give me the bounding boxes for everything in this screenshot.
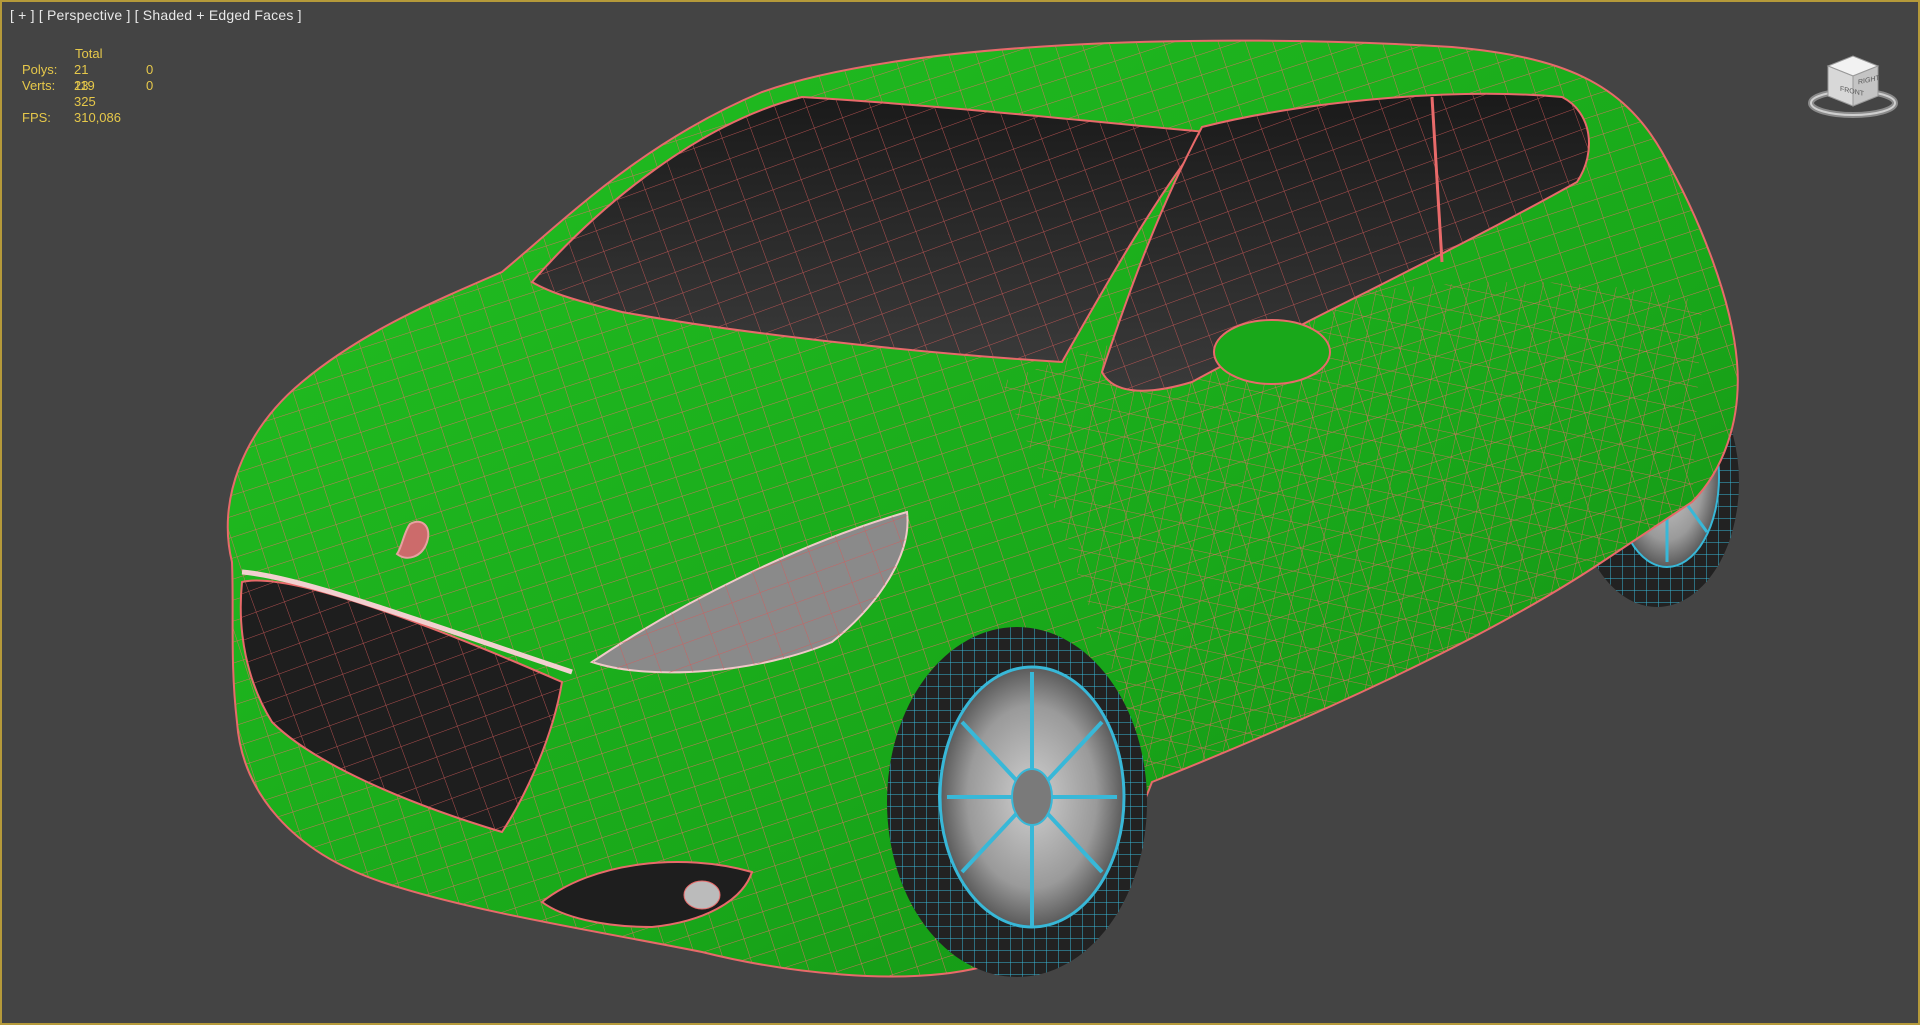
- car-model-mesh[interactable]: [2, 2, 1918, 1023]
- polys-selected: 0: [146, 62, 154, 77]
- viewport-label[interactable]: [ + ] [ Perspective ] [ Shaded + Edged F…: [10, 7, 302, 23]
- viewcube-icon[interactable]: FRONT RIGHT: [1808, 48, 1898, 118]
- fps-label: FPS:: [22, 110, 51, 125]
- viewport-menu-button[interactable]: [ + ]: [10, 7, 35, 23]
- perspective-viewport[interactable]: [ + ] [ Perspective ] [ Shaded + Edged F…: [0, 0, 1920, 1025]
- polys-label: Polys:: [22, 62, 58, 77]
- verts-label: Verts:: [22, 78, 56, 93]
- verts-total: 23 325: [74, 78, 96, 109]
- viewport-shading-button[interactable]: [ Shaded + Edged Faces ]: [135, 7, 302, 23]
- verts-selected: 0: [146, 78, 154, 93]
- fps-value: 310,086: [74, 110, 121, 125]
- viewport-view-button[interactable]: [ Perspective ]: [39, 7, 131, 23]
- front-wheel[interactable]: [887, 627, 1147, 977]
- side-mirror: [1213, 319, 1331, 385]
- stats-header: Total: [75, 46, 103, 61]
